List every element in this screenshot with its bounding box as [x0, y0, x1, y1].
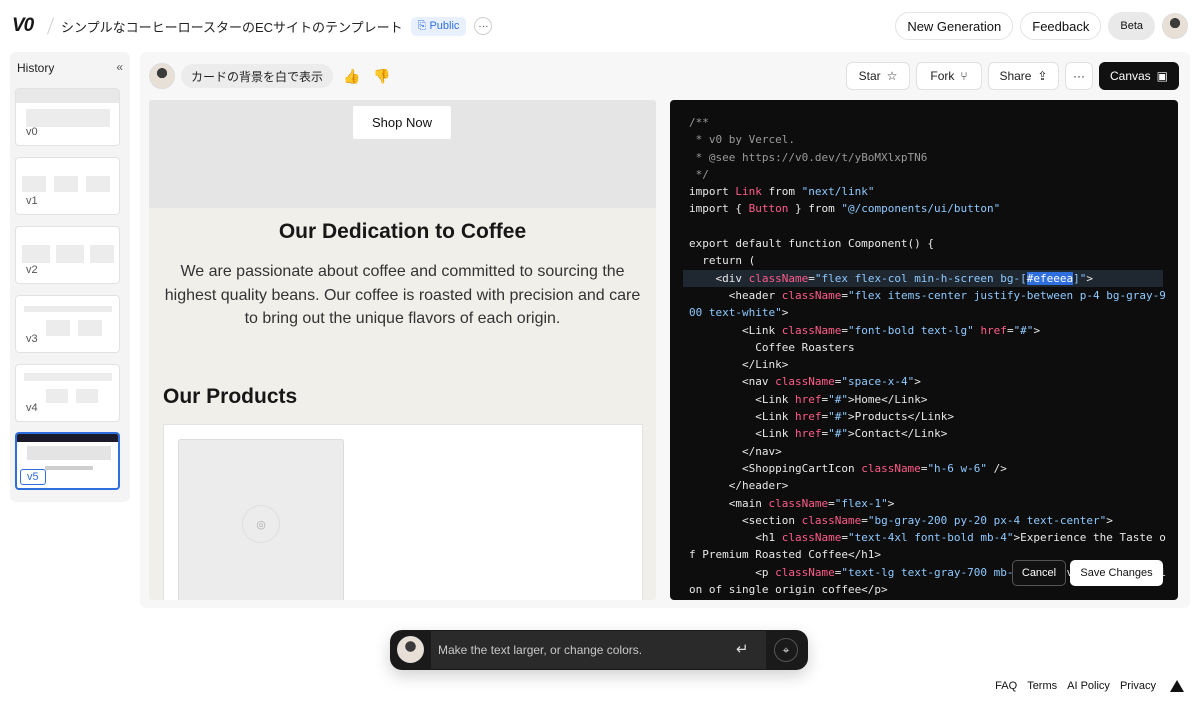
products-heading: Our Products — [163, 385, 298, 408]
canvas-icon: ▣ — [1156, 69, 1169, 83]
share-icon: ⇪ — [1037, 69, 1048, 83]
project-title[interactable]: シンプルなコーヒーロースターのECサイトのテンプレート — [61, 17, 403, 36]
product-image-placeholder: ◎ — [178, 439, 344, 600]
project-more-button[interactable]: ··· — [474, 17, 493, 35]
share-button[interactable]: Share ⇪ — [988, 62, 1059, 90]
version-label: v4 — [26, 402, 38, 414]
thumb-block — [45, 466, 93, 470]
save-changes-button[interactable]: Save Changes — [1070, 560, 1163, 586]
version-label: v5 — [20, 469, 46, 485]
footer-link-ai-policy[interactable]: AI Policy — [1067, 680, 1110, 692]
history-title: History — [17, 61, 55, 75]
thumb-block — [22, 245, 50, 263]
user-avatar[interactable] — [1162, 13, 1188, 39]
dedication-paragraph: We are passionate about coffee and commi… — [164, 263, 641, 327]
thumb-block — [22, 176, 46, 192]
code-content[interactable]: /** * v0 by Vercel. * @see https://v0.de… — [683, 114, 1169, 598]
element-select-icon[interactable]: ⌖ — [774, 638, 798, 662]
thumb-block — [78, 320, 102, 336]
thumb-block — [24, 373, 112, 381]
thumb-block — [46, 320, 70, 336]
main-workspace: カードの背景を白で表示 👍 👎 Star ☆ Fork ⑂ Share ⇪ ··… — [140, 52, 1190, 608]
enter-icon[interactable]: ↵ — [736, 640, 749, 658]
hero-section: Shop Now — [149, 100, 656, 208]
thumb-block — [46, 389, 68, 403]
beta-badge[interactable]: Beta — [1108, 12, 1155, 40]
feedback-button[interactable]: Feedback — [1020, 12, 1102, 40]
history-version-v2[interactable]: v2 — [15, 226, 120, 284]
selected-color-token[interactable]: #efeeea — [1026, 271, 1074, 285]
fork-icon: ⑂ — [960, 69, 968, 83]
footer-link-terms[interactable]: Terms — [1027, 680, 1057, 692]
image-placeholder-icon: ◎ — [242, 505, 280, 543]
thumb-block — [86, 176, 110, 192]
dedication-heading: Our Dedication to Coffee — [278, 220, 527, 243]
thumb-block — [56, 245, 84, 263]
thumbs-up-icon[interactable]: 👍 — [342, 66, 362, 86]
history-version-v0[interactable]: v0 — [15, 88, 120, 146]
star-label: Star — [858, 69, 881, 83]
footer-links: FAQ Terms AI Policy Privacy — [995, 680, 1184, 692]
version-label: v0 — [26, 126, 38, 138]
canvas-button[interactable]: Canvas ▣ — [1099, 62, 1179, 90]
fork-label: Fork — [930, 69, 955, 83]
version-label: v1 — [26, 195, 38, 207]
fork-button[interactable]: Fork ⑂ — [916, 62, 982, 90]
collapse-history-icon[interactable]: « — [116, 60, 123, 74]
footer-link-faq[interactable]: FAQ — [995, 680, 1017, 692]
visibility-label: Public — [429, 20, 460, 32]
thumb-block — [54, 176, 78, 192]
thumb-block — [27, 446, 111, 460]
thumb-block — [24, 306, 112, 312]
product-card[interactable]: ◎ — [163, 424, 643, 600]
more-options-button[interactable]: ··· — [1065, 62, 1093, 90]
code-editor[interactable]: /** * v0 by Vercel. * @see https://v0.de… — [670, 100, 1178, 600]
history-version-v5[interactable]: v5 — [15, 432, 120, 490]
prompt-avatar — [397, 636, 424, 663]
breadcrumb-divider — [46, 17, 55, 35]
v0-logo[interactable]: V0 — [12, 15, 46, 37]
thumb-block — [26, 109, 110, 127]
site-preview: Shop Now Our Dedication to Coffee We are… — [149, 100, 656, 600]
message-avatar — [149, 63, 175, 89]
history-sidebar: History « v0 v1 v2 v3 v4 v5 — [10, 52, 130, 502]
thumb-block — [76, 389, 98, 403]
history-version-v1[interactable]: v1 — [15, 157, 120, 215]
canvas-label: Canvas — [1109, 69, 1151, 83]
thumb-header — [17, 434, 118, 442]
star-icon: ☆ — [886, 69, 898, 83]
version-label: v2 — [26, 264, 38, 276]
public-icon: ⎘ — [417, 19, 427, 32]
history-version-v3[interactable]: v3 — [15, 295, 120, 353]
version-label: v3 — [26, 333, 38, 345]
chat-message[interactable]: カードの背景を白で表示 — [181, 64, 334, 88]
top-bar: V0 シンプルなコーヒーロースターのECサイトのテンプレート ⎘ Public … — [0, 0, 1200, 52]
footer-link-privacy[interactable]: Privacy — [1120, 680, 1156, 692]
cancel-button[interactable]: Cancel — [1012, 560, 1066, 586]
share-label: Share — [999, 69, 1032, 83]
visibility-badge[interactable]: ⎘ Public — [410, 16, 467, 36]
thumb-block — [90, 245, 114, 263]
star-button[interactable]: Star ☆ — [846, 62, 910, 90]
history-version-v4[interactable]: v4 — [15, 364, 120, 422]
prompt-bar: ↵ ⌖ — [390, 630, 808, 670]
new-generation-button[interactable]: New Generation — [895, 12, 1014, 40]
shop-now-button[interactable]: Shop Now — [353, 106, 451, 139]
thumb-header — [16, 89, 119, 103]
prompt-input[interactable] — [431, 631, 766, 669]
vercel-triangle-icon[interactable] — [1170, 680, 1184, 692]
thumbs-down-icon[interactable]: 👎 — [372, 66, 392, 86]
